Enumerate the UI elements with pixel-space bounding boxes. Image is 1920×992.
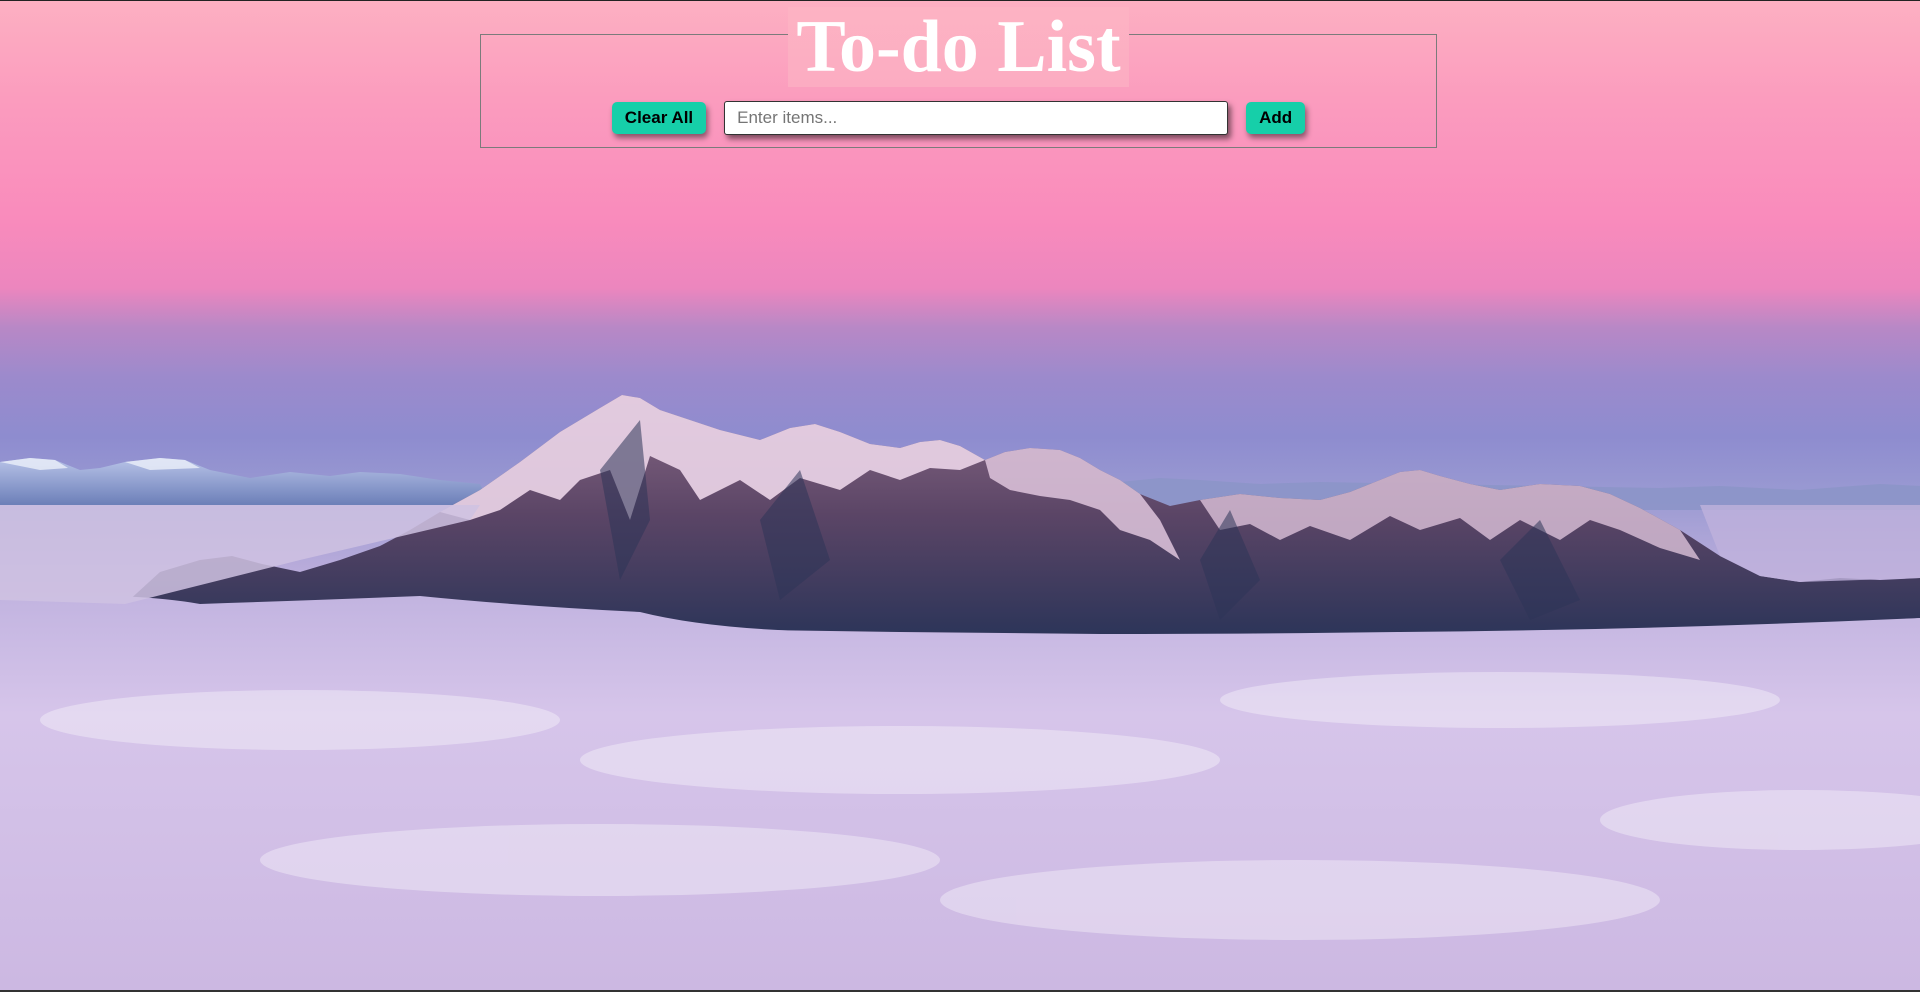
mountain-background-image — [0, 395, 1920, 992]
todo-controls: Clear All Add — [481, 101, 1436, 135]
top-border — [0, 0, 1920, 1]
todo-panel: To-do List Clear All Add — [480, 7, 1437, 148]
distant-range-left — [0, 458, 490, 505]
add-button[interactable]: Add — [1246, 102, 1306, 134]
page: To-do List Clear All Add — [0, 0, 1920, 992]
clear-all-button[interactable]: Clear All — [611, 102, 707, 134]
cloud-sea — [0, 595, 1920, 992]
item-input[interactable] — [724, 101, 1229, 135]
page-title: To-do List — [788, 7, 1129, 87]
